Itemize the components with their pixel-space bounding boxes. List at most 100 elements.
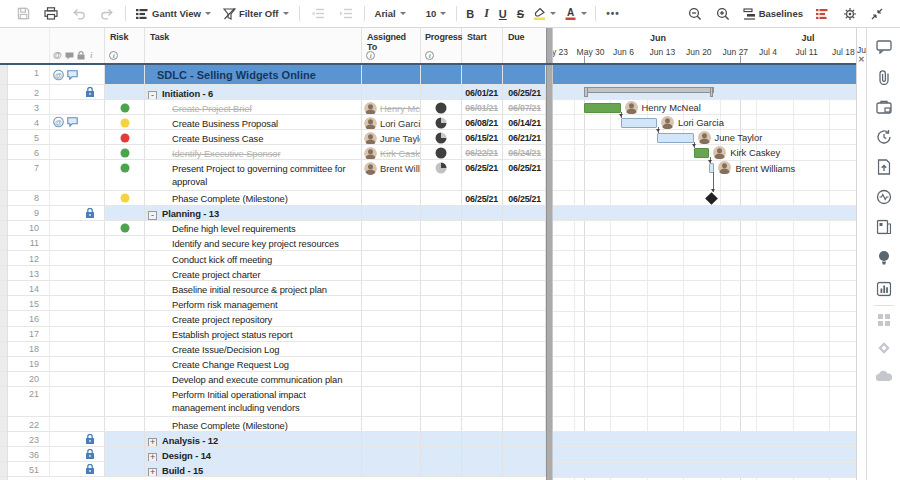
risk-cell[interactable] xyxy=(105,327,145,342)
progress-cell[interactable] xyxy=(421,311,462,326)
task-cell[interactable]: Baseline initial resource & project plan xyxy=(145,281,362,296)
assigned-cell[interactable] xyxy=(362,342,421,357)
task-cell[interactable]: Identify and secure key project resource… xyxy=(145,236,362,251)
row-gutter[interactable] xyxy=(50,130,105,145)
progress-cell[interactable] xyxy=(421,342,462,357)
risk-cell[interactable] xyxy=(105,296,145,311)
row-number-header[interactable] xyxy=(0,28,50,63)
progress-cell[interactable] xyxy=(421,85,462,100)
rail-attachments-icon[interactable] xyxy=(877,69,890,85)
task-cell[interactable]: Conduct kick off meeting xyxy=(145,251,362,266)
collapse-toggle[interactable]: - xyxy=(148,91,157,100)
progress-cell[interactable] xyxy=(421,145,462,160)
row-gutter[interactable]: @ xyxy=(50,65,105,85)
highlight-color-button[interactable] xyxy=(529,2,560,26)
progress-cell[interactable] xyxy=(421,372,462,387)
row-number[interactable]: 1 xyxy=(0,65,50,85)
row-gutter[interactable] xyxy=(50,191,105,206)
task-cell[interactable]: Create Business Case xyxy=(145,130,362,145)
progress-cell[interactable] xyxy=(421,432,462,447)
start-cell[interactable] xyxy=(462,296,503,311)
task-cell[interactable]: SDLC - Selling Widgets Online xyxy=(145,65,362,85)
risk-cell[interactable] xyxy=(105,311,145,326)
row-gutter[interactable] xyxy=(50,462,105,477)
due-cell[interactable]: 06/21/21 xyxy=(503,130,546,145)
progress-cell[interactable] xyxy=(421,387,462,417)
row-gutter[interactable] xyxy=(50,447,105,462)
progress-cell[interactable] xyxy=(421,115,462,130)
row-gutter[interactable] xyxy=(50,206,105,221)
row-number[interactable]: 15 xyxy=(0,296,50,311)
progress-cell[interactable] xyxy=(421,462,462,477)
task-cell[interactable]: -Initiation - 6 xyxy=(145,85,362,100)
progress-cell[interactable] xyxy=(421,65,462,85)
attachment-icon[interactable]: @ xyxy=(53,69,64,80)
collapse-toolbar-button[interactable] xyxy=(864,2,890,26)
assigned-cell[interactable] xyxy=(362,447,421,462)
due-cell[interactable] xyxy=(503,372,546,387)
task-cell[interactable]: Develop and execute communication plan xyxy=(145,372,362,387)
task-cell[interactable]: +Design - 14 xyxy=(145,447,362,462)
rail-publish-icon[interactable] xyxy=(877,159,890,175)
rail-whats-new-icon[interactable] xyxy=(877,250,890,266)
font-size-select[interactable]: 10 xyxy=(420,2,453,26)
gutter-header[interactable]: @ i xyxy=(50,28,105,63)
progress-cell[interactable] xyxy=(421,447,462,462)
assigned-cell[interactable]: June Taylor xyxy=(362,130,421,145)
row-gutter[interactable] xyxy=(50,357,105,372)
collapse-toggle[interactable]: - xyxy=(148,211,157,220)
redo-button[interactable] xyxy=(93,2,121,26)
collapse-toggle[interactable]: + xyxy=(148,468,157,477)
assigned-cell[interactable] xyxy=(362,85,421,100)
task-cell[interactable]: Create Change Request Log xyxy=(145,357,362,372)
start-cell[interactable] xyxy=(462,342,503,357)
risk-cell[interactable] xyxy=(105,221,145,236)
progress-cell[interactable] xyxy=(421,281,462,296)
due-cell[interactable] xyxy=(503,327,546,342)
row-number[interactable]: 23 xyxy=(0,432,50,447)
start-cell[interactable]: 06/08/21 xyxy=(462,115,503,130)
risk-cell[interactable] xyxy=(105,115,145,130)
underline-button[interactable]: U xyxy=(494,2,512,26)
progress-cell[interactable] xyxy=(421,221,462,236)
row-gutter[interactable] xyxy=(50,85,105,100)
row-number[interactable]: 12 xyxy=(0,251,50,266)
assigned-cell[interactable] xyxy=(362,327,421,342)
row-number[interactable]: 5 xyxy=(0,130,50,145)
due-cell[interactable]: 06/25/21 xyxy=(503,191,546,206)
task-cell[interactable]: Perform Initial operational impact manag… xyxy=(145,387,362,417)
due-cell[interactable] xyxy=(503,221,546,236)
undo-button[interactable] xyxy=(65,2,93,26)
assigned-cell[interactable] xyxy=(362,387,421,417)
risk-cell[interactable] xyxy=(105,236,145,251)
collapse-toggle[interactable]: + xyxy=(148,453,157,462)
row-number[interactable]: 36 xyxy=(0,447,50,462)
start-cell[interactable] xyxy=(462,372,503,387)
row-number[interactable]: 16 xyxy=(0,311,50,326)
save-button[interactable] xyxy=(10,2,37,26)
due-cell[interactable] xyxy=(503,281,546,296)
assigned-cell[interactable] xyxy=(362,296,421,311)
risk-cell[interactable] xyxy=(105,447,145,462)
row-gutter[interactable] xyxy=(50,160,105,190)
baselines-button[interactable]: Baselines xyxy=(737,2,809,26)
assigned-cell[interactable] xyxy=(362,191,421,206)
row-number[interactable]: 17 xyxy=(0,327,50,342)
assigned-cell[interactable]: Henry McNeal xyxy=(362,100,421,115)
task-cell[interactable]: Create project repository xyxy=(145,311,362,326)
due-cell[interactable] xyxy=(503,387,546,417)
row-number[interactable]: 4 xyxy=(0,115,50,130)
row-number[interactable]: 11 xyxy=(0,236,50,251)
start-cell[interactable]: 06/01/21 xyxy=(462,100,503,115)
task-cell[interactable]: +Analysis - 12 xyxy=(145,432,362,447)
filter-button[interactable]: Filter Off xyxy=(217,2,295,26)
row-number[interactable]: 7 xyxy=(0,160,50,190)
task-cell[interactable]: Identify Executive Sponsor xyxy=(145,145,362,160)
progress-cell[interactable] xyxy=(421,357,462,372)
start-cell[interactable]: 06/15/21 xyxy=(462,130,503,145)
row-gutter[interactable] xyxy=(50,100,105,115)
start-cell[interactable]: 06/25/21 xyxy=(462,191,503,206)
risk-cell[interactable] xyxy=(105,342,145,357)
risk-cell[interactable] xyxy=(105,266,145,281)
row-gutter[interactable]: @ xyxy=(50,115,105,130)
